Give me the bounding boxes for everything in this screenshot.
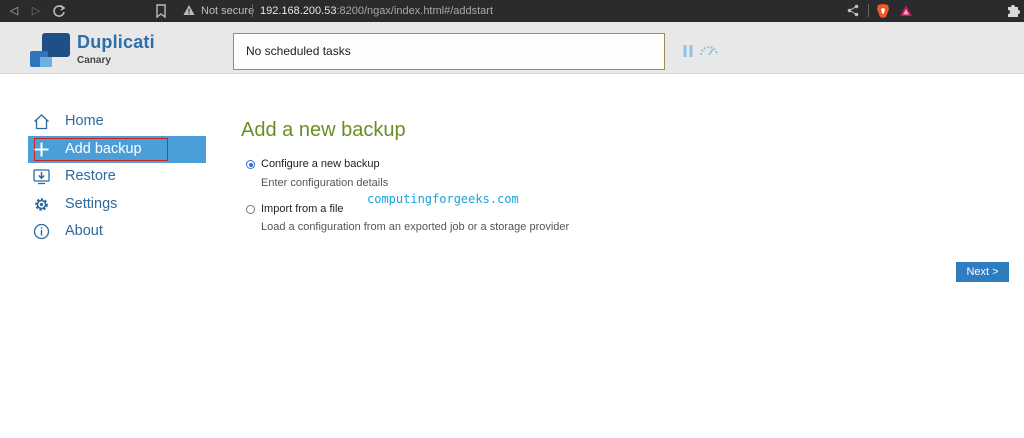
sidebar-item-label: Home <box>65 113 104 129</box>
option-import-description: Load a configuration from an exported jo… <box>261 221 570 233</box>
browser-toolbar: ◁ ▷ Not secure 192.168.200.53:8200/ngax/… <box>0 0 1024 22</box>
warning-icon[interactable] <box>183 4 195 16</box>
option-configure-description: Enter configuration details <box>261 177 389 189</box>
brand-name[interactable]: Duplicati <box>77 32 155 53</box>
sidebar-item-restore[interactable]: Restore <box>28 163 206 191</box>
forward-icon[interactable]: ▷ <box>28 3 44 19</box>
reload-icon[interactable] <box>51 3 67 19</box>
back-icon[interactable]: ◁ <box>6 3 22 19</box>
task-status-box: No scheduled tasks <box>233 33 665 70</box>
brave-rewards-icon[interactable] <box>899 4 913 17</box>
radio-import-file[interactable] <box>246 205 255 214</box>
next-button[interactable]: Next > <box>956 262 1009 282</box>
url-host: 192.168.200.53 <box>260 5 337 17</box>
address-bar[interactable]: 192.168.200.53:8200/ngax/index.html#/add… <box>260 5 493 17</box>
sidebar-nav: Home Add backup Restore Settings About <box>28 108 206 246</box>
brave-shield-icon[interactable] <box>876 3 890 19</box>
sidebar-item-add-backup[interactable]: Add backup <box>28 135 206 163</box>
page-title: Add a new backup <box>241 119 406 141</box>
sidebar-item-home[interactable]: Home <box>28 108 206 136</box>
sidebar-item-settings[interactable]: Settings <box>28 191 206 219</box>
home-icon <box>34 114 49 130</box>
task-status-text: No scheduled tasks <box>246 44 351 58</box>
duplicati-logo-icon[interactable] <box>28 33 72 69</box>
gear-icon <box>35 197 48 211</box>
sidebar-item-label: Settings <box>65 195 118 212</box>
plus-icon <box>34 142 49 156</box>
brand-edition: Canary <box>77 55 111 66</box>
option-import-label[interactable]: Import from a file <box>261 203 344 215</box>
sidebar-item-label: About <box>65 223 103 239</box>
radio-configure-new[interactable] <box>246 160 255 169</box>
bookmark-icon[interactable] <box>154 3 168 19</box>
sidebar-item-label: Restore <box>65 168 116 184</box>
toolbar-separator <box>868 4 869 17</box>
restore-icon <box>33 169 50 185</box>
extensions-icon[interactable] <box>1006 3 1020 18</box>
throttle-icon[interactable] <box>700 45 718 56</box>
not-secure-label[interactable]: Not secure <box>201 5 254 17</box>
info-icon <box>33 223 50 240</box>
watermark-text: computingforgeeks.com <box>367 192 519 206</box>
url-path: :8200/ngax/index.html#/addstart <box>336 5 494 17</box>
share-icon[interactable] <box>847 4 859 17</box>
app-header: Duplicati Canary No scheduled tasks <box>0 22 1024 74</box>
option-configure-label[interactable]: Configure a new backup <box>261 158 380 170</box>
url-separator <box>252 4 253 17</box>
sidebar-item-label: Add backup <box>65 140 142 157</box>
sidebar-item-about[interactable]: About <box>28 218 206 246</box>
pause-icon[interactable] <box>683 45 693 57</box>
